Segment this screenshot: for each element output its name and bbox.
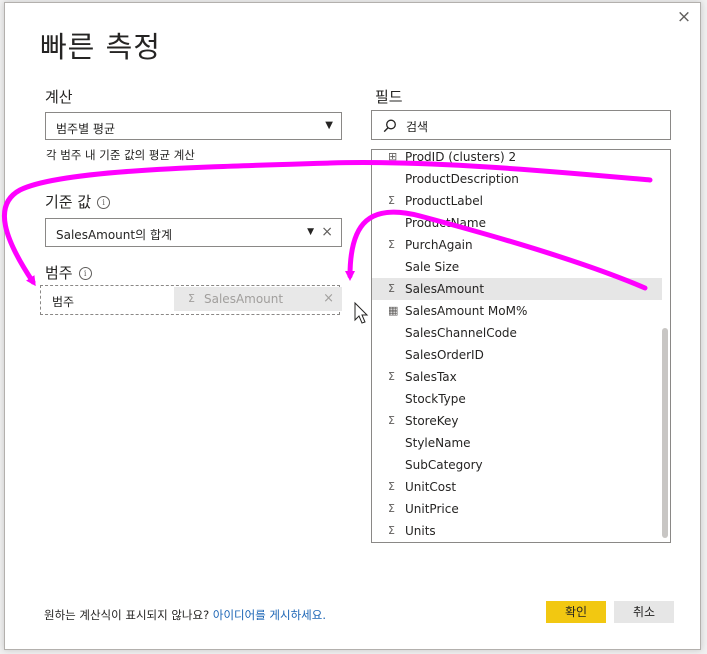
sigma-icon: Σ	[388, 370, 395, 383]
field-list-item-label: SalesOrderID	[405, 348, 484, 362]
field-list-item[interactable]: SubCategory	[372, 454, 662, 476]
cancel-button[interactable]: 취소	[614, 601, 674, 623]
dialog-title: 빠른 측정	[40, 30, 161, 64]
footer-question: 원하는 계산식이 표시되지 않나요?	[44, 608, 210, 622]
calculation-hint: 각 범주 내 기준 값의 평균 계산	[46, 148, 195, 162]
field-list-item[interactable]: Σ SalesAmount	[372, 278, 662, 300]
field-list-item-label: SalesChannelCode	[405, 326, 517, 340]
search-icon	[383, 119, 396, 133]
sigma-icon: Σ	[388, 238, 395, 251]
category-label-text: 범주	[45, 264, 73, 282]
field-list-item-label: StockType	[405, 392, 466, 406]
chevron-down-icon: ▼	[325, 120, 333, 131]
close-icon[interactable]: ×	[676, 9, 692, 26]
field-search-input[interactable]: 검색	[371, 110, 671, 140]
field-list-item-label: SalesAmount	[405, 282, 485, 296]
sigma-icon: Σ	[388, 194, 395, 207]
field-list-item[interactable]: Σ PurchAgain	[372, 234, 662, 256]
footer-note: 원하는 계산식이 표시되지 않나요? 아이디어를 게시하세요.	[44, 607, 326, 623]
calculator-icon: ▦	[388, 304, 399, 317]
field-list-item-label: SalesTax	[405, 370, 457, 384]
clear-icon[interactable]: ×	[321, 224, 333, 240]
calculation-select-value: 범주별 평균	[56, 122, 116, 136]
calculation-select[interactable]: 범주별 평균 ▼	[45, 112, 342, 140]
clear-icon: ×	[323, 291, 334, 306]
field-list-item-label: StyleName	[405, 436, 471, 450]
field-list-item-label: SalesAmount MoM%	[405, 304, 528, 318]
sigma-icon: Σ	[388, 480, 395, 493]
field-list-item[interactable]: Σ Units	[372, 520, 662, 542]
submit-idea-link[interactable]: 아이디어를 게시하세요.	[213, 608, 326, 622]
field-list-item-label: Units	[405, 524, 436, 538]
field-list-item[interactable]: Sale Size	[372, 256, 662, 278]
field-list-item[interactable]: ▦ SalesAmount MoM%	[372, 300, 662, 322]
chevron-down-icon[interactable]: ▼	[307, 227, 314, 237]
category-label: 범주 i	[45, 262, 92, 283]
field-list-item[interactable]: Σ SalesTax	[372, 366, 662, 388]
field-list-item-label: UnitCost	[405, 480, 457, 494]
field-list-item[interactable]: ProductName	[372, 212, 662, 234]
fields-label: 필드	[375, 88, 403, 106]
field-list-item[interactable]: ProductDescription	[372, 168, 662, 190]
search-placeholder: 검색	[406, 120, 429, 134]
ok-button[interactable]: 확인	[546, 601, 606, 623]
field-list-item[interactable]: Σ StoreKey	[372, 410, 662, 432]
field-list-item[interactable]: SalesChannelCode	[372, 322, 662, 344]
field-list-item[interactable]: SalesOrderID	[372, 344, 662, 366]
sigma-icon: Σ	[388, 524, 395, 537]
field-list-item-label: UnitPrice	[405, 502, 459, 516]
info-icon[interactable]: i	[78, 267, 92, 280]
field-list-item-label: PurchAgain	[405, 238, 473, 252]
calculation-label: 계산	[45, 88, 73, 106]
field-list-item[interactable]: Σ UnitPrice	[372, 498, 662, 520]
field-list-item-label: StoreKey	[405, 414, 459, 428]
base-value-field-value: SalesAmount의 합계	[56, 228, 173, 242]
base-value-label-text: 기준 값	[45, 193, 92, 211]
hierarchy-icon: ⊞	[388, 150, 398, 163]
field-list-item[interactable]: Σ ProductLabel	[372, 190, 662, 212]
base-value-field[interactable]: SalesAmount의 합계 ▼ ×	[45, 218, 342, 247]
field-list-item[interactable]: StyleName	[372, 432, 662, 454]
sigma-icon: Σ	[388, 282, 395, 295]
sigma-icon: Σ	[388, 502, 395, 515]
scrollbar[interactable]	[662, 328, 668, 538]
info-icon[interactable]: i	[97, 196, 111, 209]
field-list-item[interactable]: ⊞ ProdID (clusters) 2	[372, 150, 662, 168]
field-list-item-label: ProductLabel	[405, 194, 483, 208]
field-list-item-label: Sale Size	[405, 260, 460, 274]
category-placeholder: 범주	[52, 295, 75, 309]
field-list-item[interactable]: Σ UnitCost	[372, 476, 662, 498]
field-list-item-label: ProductDescription	[405, 172, 519, 186]
dragging-field-ghost: Σ SalesAmount ×	[174, 287, 342, 311]
dragging-field-label: SalesAmount	[204, 292, 284, 306]
field-list-item-label: ProdID (clusters) 2	[405, 150, 517, 164]
field-list-item[interactable]: StockType	[372, 388, 662, 410]
fields-list[interactable]: ⊞ ProdID (clusters) 2 ProductDescription Σ P…	[371, 149, 671, 543]
field-list-item-label: ProductName	[405, 216, 486, 230]
sigma-icon: Σ	[188, 292, 195, 305]
sigma-icon: Σ	[388, 414, 395, 427]
base-value-label: 기준 값 i	[45, 191, 111, 212]
field-list-item-label: SubCategory	[405, 458, 483, 472]
